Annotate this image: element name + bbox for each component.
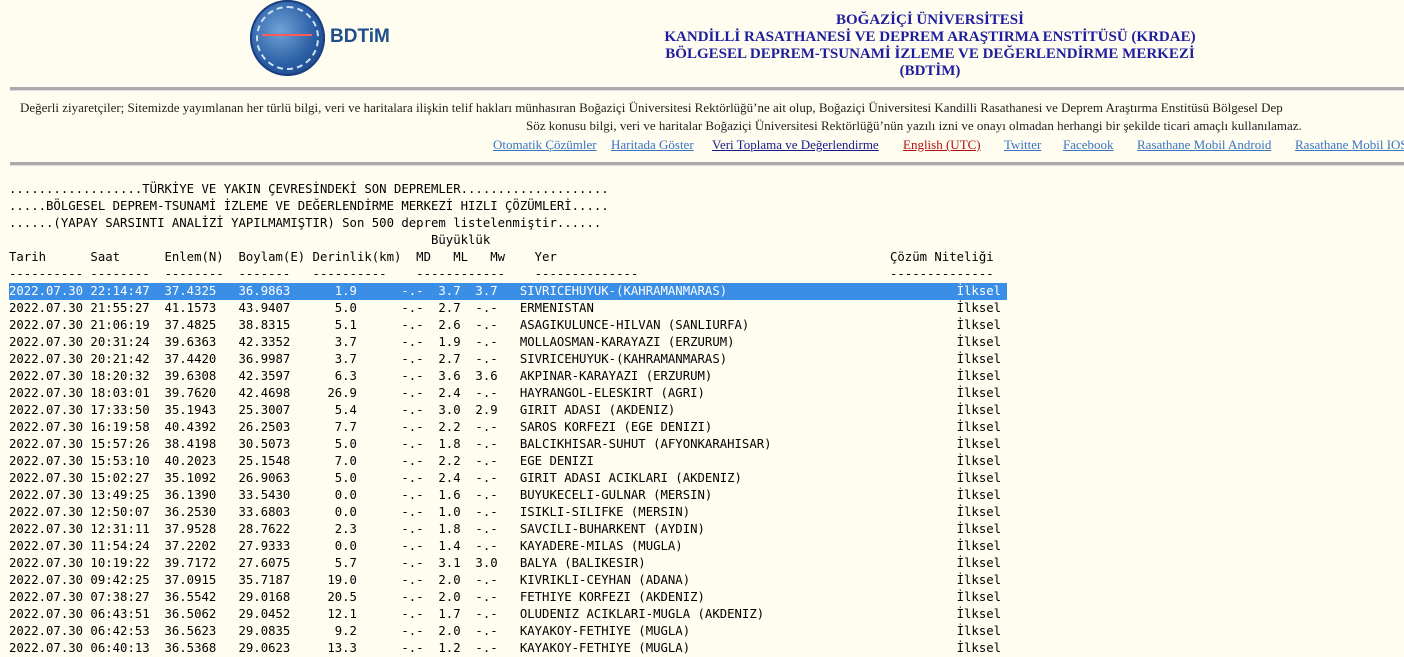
link-data-collection[interactable]: Veri Toplama ve Değerlendirme (712, 137, 879, 153)
mid-divider (10, 162, 1404, 166)
earthquake-row[interactable]: 2022.07.30 10:19:22 39.7172 27.6075 5.7 … (9, 555, 1007, 572)
earthquake-row[interactable]: 2022.07.30 12:31:11 37.9528 28.7622 2.3 … (9, 521, 1007, 538)
header-underline: ---------- -------- -------- ------- ---… (9, 267, 994, 281)
earthquake-row[interactable]: 2022.07.30 22:14:47 37.4325 36.9863 1.9 … (9, 283, 1007, 300)
earthquake-rows: 2022.07.30 22:14:47 37.4325 36.9863 1.9 … (9, 283, 1007, 657)
notice-line-1: Değerli ziyaretçiler; Sitemizde yayımlan… (20, 100, 1283, 115)
earthquake-row[interactable]: 2022.07.30 15:53:10 40.2023 25.1548 7.0 … (9, 453, 1007, 470)
link-facebook[interactable]: Facebook (1063, 137, 1114, 153)
logo-seismic-wave (262, 34, 312, 42)
earthquake-row[interactable]: 2022.07.30 18:03:01 39.7620 42.4698 26.9… (9, 385, 1007, 402)
earthquake-row[interactable]: 2022.07.30 11:54:24 37.2202 27.9333 0.0 … (9, 538, 1007, 555)
title-center: BÖLGESEL DEPREM-TSUNAMİ İZLEME VE DEĞERL… (665, 46, 1195, 79)
bdtim-logo (250, 0, 325, 76)
link-mobile-android[interactable]: Rasathane Mobil Android (1137, 137, 1271, 153)
earthquake-row[interactable]: 2022.07.30 15:02:27 35.1092 26.9063 5.0 … (9, 470, 1007, 487)
header-columns: Tarih Saat Enlem(N) Boylam(E) Derinlik(k… (9, 250, 994, 264)
earthquake-listing: ..................TÜRKİYE VE YAKIN ÇEVRE… (9, 181, 1007, 657)
title-university: BOĞAZİÇİ ÜNİVERSİTESİ (836, 12, 1024, 28)
earthquake-row[interactable]: 2022.07.30 20:21:42 37.4420 36.9987 3.7 … (9, 351, 1007, 368)
earthquake-row[interactable]: 2022.07.30 16:19:58 40.4392 26.2503 7.7 … (9, 419, 1007, 436)
earthquake-row[interactable]: 2022.07.30 15:57:26 38.4198 30.5073 5.0 … (9, 436, 1007, 453)
institution-titles: BOĞAZİÇİ ÜNİVERSİTESİ KANDİLLİ RASATHANE… (640, 12, 1220, 80)
notice-line-2: Söz konusu bilgi, veri ve haritalar Boğa… (526, 118, 1302, 133)
link-show-on-map[interactable]: Haritada Göster (611, 137, 694, 153)
title-institute: KANDİLLİ RASATHANESİ VE DEPREM ARAŞTIRMA… (664, 29, 1196, 45)
listing-title-1: ..................TÜRKİYE VE YAKIN ÇEVRE… (9, 182, 609, 196)
link-automatic-solutions[interactable]: Otomatik Çözümler (493, 137, 597, 153)
listing-title-3: ......(YAPAY SARSINTI ANALİZİ YAPILMAMIŞ… (9, 216, 602, 230)
earthquake-row[interactable]: 2022.07.30 20:31:24 39.6363 42.3352 3.7 … (9, 334, 1007, 351)
earthquake-row[interactable]: 2022.07.30 06:43:51 36.5062 29.0452 12.1… (9, 606, 1007, 623)
link-english-utc[interactable]: English (UTC) (903, 137, 981, 153)
earthquake-row[interactable]: 2022.07.30 21:55:27 41.1573 43.9407 5.0 … (9, 300, 1007, 317)
earthquake-row[interactable]: 2022.07.30 12:50:07 36.2530 33.6803 0.0 … (9, 504, 1007, 521)
link-twitter[interactable]: Twitter (1004, 137, 1041, 153)
earthquake-row[interactable]: 2022.07.30 17:33:50 35.1943 25.3007 5.4 … (9, 402, 1007, 419)
listing-title-2: .....BÖLGESEL DEPREM-TSUNAMİ İZLEME VE D… (9, 199, 609, 213)
top-divider (10, 87, 1404, 91)
earthquake-row[interactable]: 2022.07.30 13:49:25 36.1390 33.5430 0.0 … (9, 487, 1007, 504)
header-magnitude: Büyüklük (9, 233, 491, 247)
earthquake-row[interactable]: 2022.07.30 09:42:25 37.0915 35.7187 19.0… (9, 572, 1007, 589)
earthquake-row[interactable]: 2022.07.30 06:42:53 36.5623 29.0835 9.2 … (9, 623, 1007, 640)
logo-text: BDTiM (330, 26, 390, 47)
earthquake-row[interactable]: 2022.07.30 18:20:32 39.6308 42.3597 6.3 … (9, 368, 1007, 385)
link-mobile-ios[interactable]: Rasathane Mobil IOS (1295, 137, 1404, 153)
earthquake-row[interactable]: 2022.07.30 21:06:19 37.4825 38.8315 5.1 … (9, 317, 1007, 334)
earthquake-row[interactable]: 2022.07.30 06:40:13 36.5368 29.0623 13.3… (9, 640, 1007, 657)
earthquake-row[interactable]: 2022.07.30 07:38:27 36.5542 29.0168 20.5… (9, 589, 1007, 606)
